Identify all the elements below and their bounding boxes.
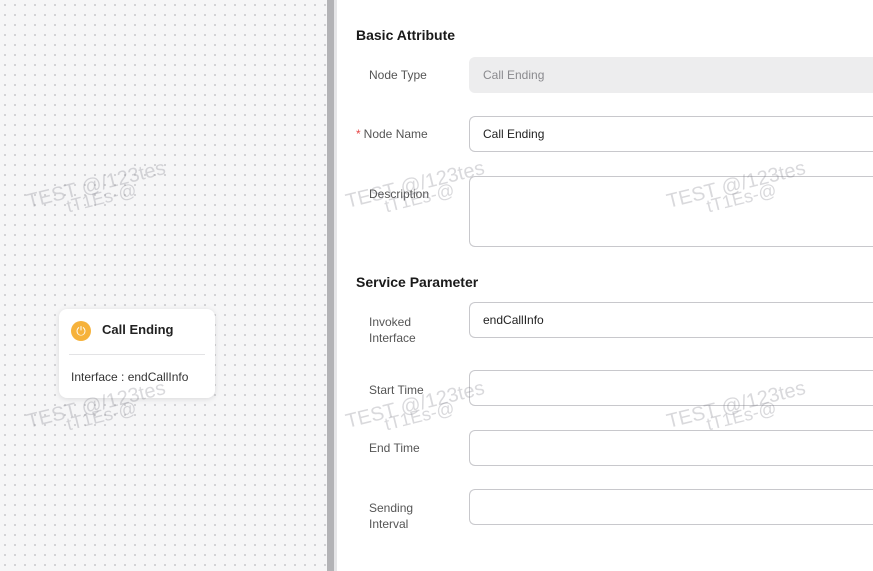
- call-ending-node[interactable]: ⏻ Call Ending Interface : endCallInfo: [59, 309, 215, 398]
- basic-attribute-title: Basic Attribute: [356, 27, 456, 43]
- invoked-interface-label: Invoked Interface: [369, 315, 416, 345]
- start-time-input[interactable]: [469, 370, 873, 406]
- end-time-label: End Time: [369, 441, 420, 455]
- power-icon: ⏻: [71, 321, 91, 341]
- required-mark: *: [356, 127, 361, 141]
- node-type-field: Call Ending: [469, 57, 873, 93]
- end-time-input[interactable]: [469, 430, 873, 466]
- description-label: Description: [369, 187, 430, 201]
- node-interface-text: Interface : endCallInfo: [71, 370, 189, 384]
- sending-interval-input[interactable]: [469, 489, 873, 525]
- node-name-label-row: * Node Name: [356, 126, 428, 142]
- sending-interval-label: Sending Interval: [369, 501, 414, 531]
- node-name-label: Node Name: [363, 127, 428, 141]
- node-name-input[interactable]: Call Ending: [469, 116, 873, 152]
- description-textarea[interactable]: [469, 176, 873, 247]
- flow-canvas[interactable]: ⏻ Call Ending Interface : endCallInfo: [0, 0, 327, 571]
- node-title: Call Ending: [102, 322, 174, 337]
- service-parameter-title: Service Parameter: [356, 274, 479, 290]
- node-type-label: Node Type: [369, 68, 427, 82]
- start-time-label: Start Time: [369, 383, 424, 397]
- node-divider: [69, 354, 205, 355]
- node-type-value: Call Ending: [483, 68, 545, 82]
- invoked-interface-value: endCallInfo: [483, 313, 544, 327]
- invoked-interface-input[interactable]: endCallInfo: [469, 302, 873, 338]
- node-name-value: Call Ending: [483, 127, 545, 141]
